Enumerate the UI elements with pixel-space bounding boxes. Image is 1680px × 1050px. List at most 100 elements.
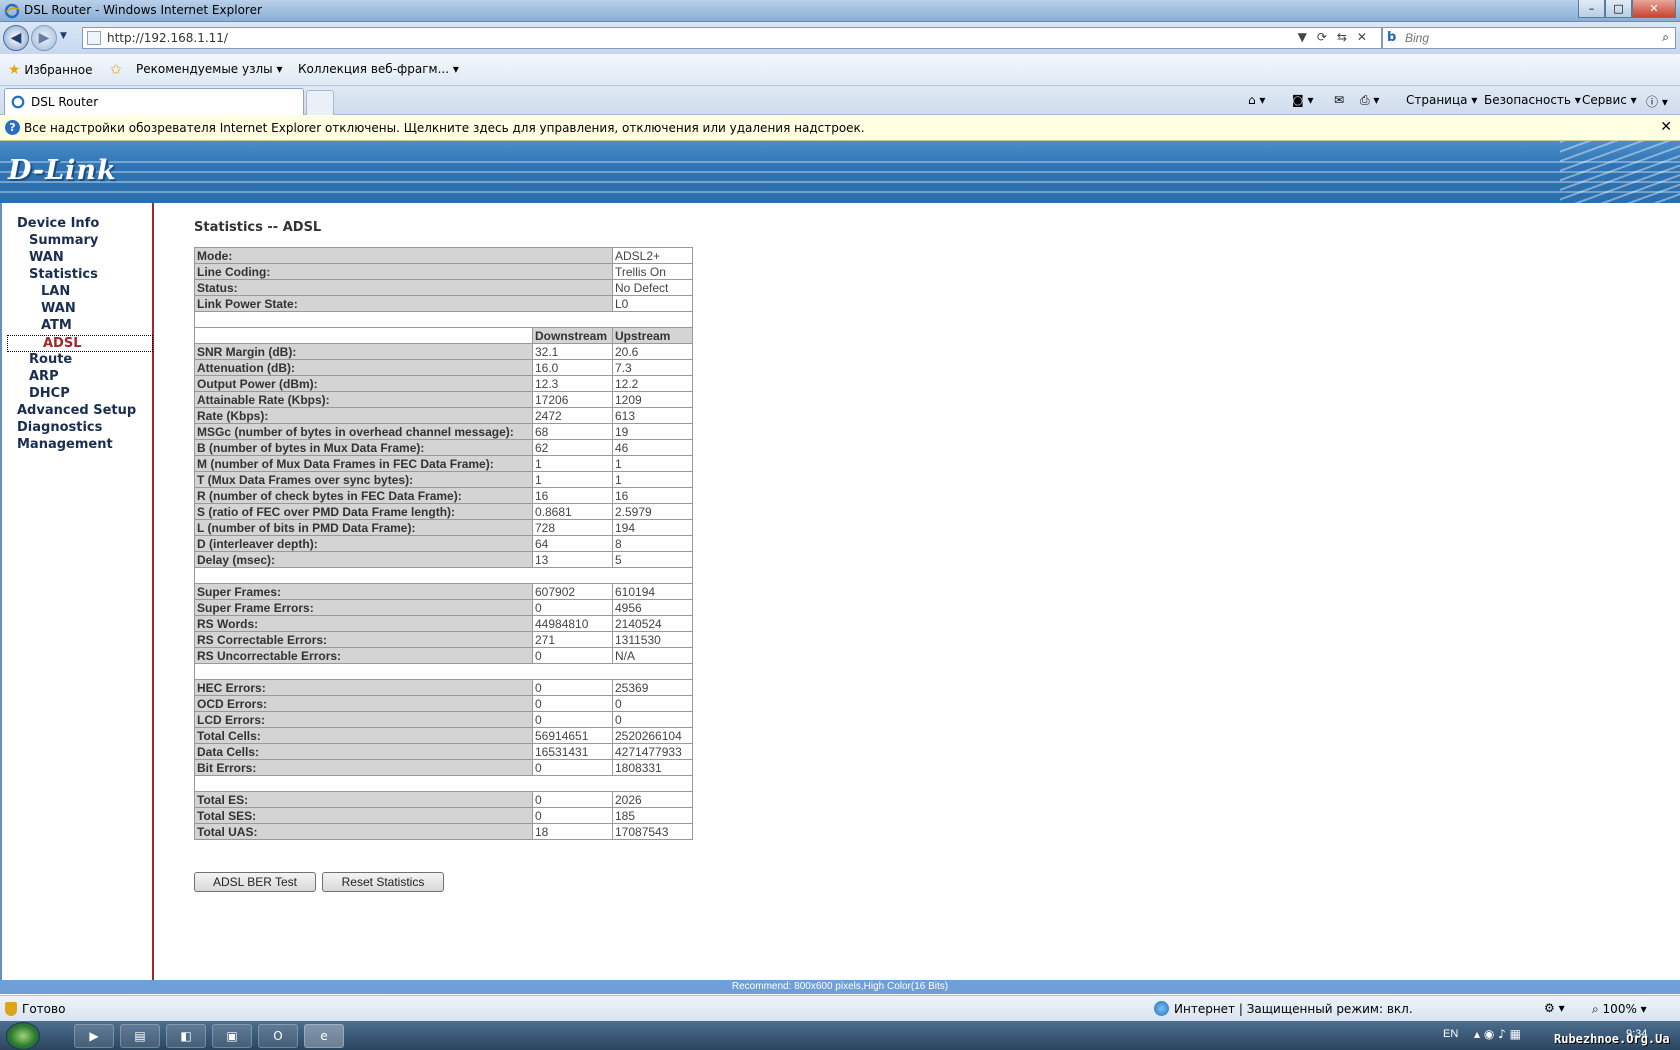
sidebar-item-dhcp[interactable]: DHCP: [29, 386, 70, 401]
upstream-value: 2.5979: [612, 503, 693, 520]
feeds-icon[interactable]: ◙ ▾: [1292, 93, 1313, 107]
upstream-value: 25369: [612, 679, 693, 696]
taskbar-ie-icon[interactable]: e: [304, 1024, 344, 1048]
row-label: T (Mux Data Frames over sync bytes):: [194, 471, 533, 488]
row-value: No Defect: [612, 279, 693, 296]
favorites-label: Избранное: [24, 63, 93, 77]
row-label: Rate (Kbps):: [194, 407, 533, 424]
help-icon[interactable]: ⓘ ▾: [1646, 93, 1668, 110]
row-label: R (number of check bytes in FEC Data Fra…: [194, 487, 533, 504]
new-tab-button[interactable]: [306, 90, 334, 115]
sidebar-item-device-info[interactable]: Device Info: [17, 216, 99, 231]
sidebar-item-management[interactable]: Management: [17, 437, 113, 452]
sidebar-item-route[interactable]: Route: [29, 352, 72, 367]
mail-icon[interactable]: ✉: [1334, 93, 1344, 107]
globe-icon: [1154, 1001, 1169, 1016]
downstream-value: 13: [532, 551, 613, 568]
addon-infobar[interactable]: ? Все надстройки обозревателя Internet E…: [0, 115, 1680, 141]
start-button[interactable]: [6, 1022, 40, 1050]
close-button[interactable]: ✕: [1632, 0, 1676, 18]
sidebar-item-atm[interactable]: ATM: [41, 318, 72, 333]
minimize-button[interactable]: –: [1578, 0, 1605, 18]
router-page: D-Link Device Info Summary WAN Statistic…: [0, 141, 1680, 994]
downstream-value: 16: [532, 487, 613, 504]
taskbar-app-icon[interactable]: ◧: [166, 1024, 206, 1048]
sidebar-item-arp[interactable]: ARP: [29, 369, 59, 384]
main-content: Statistics -- ADSL Mode: ADSL2+ Line Codin…: [156, 203, 1680, 980]
table-row: Total ES: 0 2026: [194, 791, 693, 808]
sidebar-item-stats-wan[interactable]: WAN: [41, 301, 76, 316]
tab-label: DSL Router: [31, 95, 99, 109]
downstream-value: 17206: [532, 391, 613, 408]
row-label: D (interleaver depth):: [194, 535, 533, 552]
search-box[interactable]: b ⌕: [1382, 27, 1676, 49]
table-row: Total Cells: 56914651 2520266104: [194, 727, 693, 744]
sidebar-item-summary[interactable]: Summary: [29, 233, 98, 248]
recommended-sites-link[interactable]: Рекомендуемые узлы ▾: [136, 62, 282, 76]
maximize-button[interactable]: □: [1605, 0, 1632, 18]
downstream-value: 0: [532, 599, 613, 616]
downstream-header: Downstream: [532, 327, 613, 344]
downstream-value: 18: [532, 823, 613, 840]
row-label: Attenuation (dB):: [194, 359, 533, 376]
sidebar-item-statistics[interactable]: Statistics: [29, 267, 98, 282]
status-bar: Готово Интернет | Защищенный режим: вкл.…: [0, 995, 1680, 1021]
downstream-value: 0.8681: [532, 503, 613, 520]
table-row: RS Words: 44984810 2140524: [194, 615, 693, 632]
tray-icons[interactable]: ▴ ◉ ♪ ▦: [1474, 1027, 1521, 1041]
row-label: Bit Errors:: [194, 759, 533, 776]
row-label: B (number of bytes in Mux Data Frame):: [194, 439, 533, 456]
zoom-level[interactable]: ⌕ 100% ▾: [1592, 1002, 1647, 1017]
sidebar-item-lan[interactable]: LAN: [41, 284, 70, 299]
search-input[interactable]: [1405, 30, 1645, 46]
address-bar: ◀ ▶ ▼ http://192.168.1.11/ ▼⟳⇆✕ b ⌕: [0, 22, 1680, 54]
upstream-value: 2140524: [612, 615, 693, 632]
sidebar-item-wan[interactable]: WAN: [29, 250, 64, 265]
page-menu[interactable]: Страница ▾: [1406, 93, 1477, 107]
url-input[interactable]: http://192.168.1.11/ ▼⟳⇆✕: [82, 27, 1382, 49]
upstream-value: 4271477933: [612, 743, 693, 760]
protected-mode-icon[interactable]: ⚙ ▾: [1544, 1001, 1565, 1015]
tab-dsl-router[interactable]: DSL Router: [4, 88, 304, 115]
web-slice-gallery-link[interactable]: Коллекция веб-фрагм... ▾: [298, 62, 459, 76]
downstream-value: 44984810: [532, 615, 613, 632]
downstream-value: 0: [532, 807, 613, 824]
sidebar-item-diagnostics[interactable]: Diagnostics: [17, 420, 102, 435]
adsl-ber-test-button[interactable]: ADSL BER Test: [194, 872, 316, 892]
dlink-banner: D-Link: [0, 141, 1680, 203]
forward-button[interactable]: ▶: [31, 25, 57, 51]
table-row: RS Correctable Errors: 271 1311530: [194, 631, 693, 648]
taskbar-app-icon[interactable]: ▣: [212, 1024, 252, 1048]
row-label: OCD Errors:: [194, 695, 533, 712]
add-favorite-icon[interactable]: ✩: [110, 62, 122, 78]
table-row: R (number of check bytes in FEC Data Fra…: [194, 487, 693, 504]
taskbar-media-player-icon[interactable]: ▶: [74, 1024, 114, 1048]
row-label: Link Power State:: [194, 295, 613, 312]
banner-stripe: [0, 181, 1680, 183]
address-tools[interactable]: ▼⟳⇆✕: [1298, 30, 1377, 44]
print-icon[interactable]: ⎙ ▾: [1360, 93, 1379, 108]
bing-icon: b: [1387, 30, 1397, 45]
tools-menu[interactable]: Сервис ▾: [1582, 93, 1637, 107]
sidebar-item-adsl[interactable]: ADSL: [7, 335, 153, 352]
history-dropdown-icon[interactable]: ▼: [60, 31, 67, 41]
reset-statistics-button[interactable]: Reset Statistics: [322, 872, 444, 892]
downstream-value: 2472: [532, 407, 613, 424]
infobar-close-icon[interactable]: ✕: [1660, 119, 1672, 135]
language-indicator[interactable]: EN: [1443, 1028, 1458, 1040]
downstream-value: 1: [532, 455, 613, 472]
header-empty-cell: [194, 327, 533, 344]
back-button[interactable]: ◀: [3, 25, 29, 51]
search-icon[interactable]: ⌕: [1662, 30, 1669, 45]
table-row: Link Power State: L0: [194, 295, 693, 312]
sidebar-item-advanced-setup[interactable]: Advanced Setup: [17, 403, 136, 418]
security-menu[interactable]: Безопасность ▾: [1484, 93, 1581, 107]
home-icon[interactable]: ⌂ ▾: [1248, 93, 1265, 107]
favorites-button[interactable]: ★ Избранное: [8, 62, 93, 78]
zoom-value: 100%: [1602, 1002, 1637, 1016]
row-label: Attainable Rate (Kbps):: [194, 391, 533, 408]
security-zone[interactable]: Интернет | Защищенный режим: вкл.: [1174, 1002, 1413, 1016]
taskbar-opera-icon[interactable]: O: [258, 1024, 298, 1048]
taskbar-explorer-icon[interactable]: ▤: [120, 1024, 160, 1048]
row-label: Mode:: [194, 247, 613, 264]
